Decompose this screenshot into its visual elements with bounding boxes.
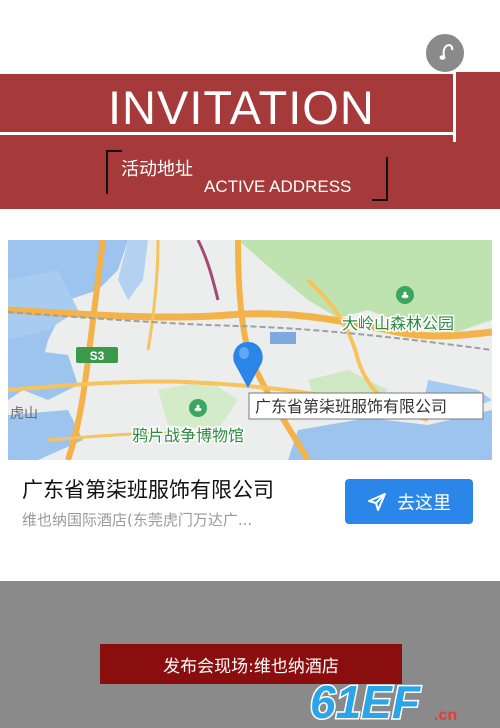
navigate-button-label: 去这里 bbox=[397, 492, 451, 514]
logo-text: 61EF bbox=[310, 676, 422, 726]
music-note-icon bbox=[439, 44, 454, 60]
location-name: 广东省第柒班服饰有限公司 bbox=[22, 478, 274, 502]
header-divider bbox=[0, 72, 455, 74]
park-pin-icon: ♣ bbox=[396, 286, 414, 304]
map-label-west: 虎山 bbox=[10, 406, 38, 422]
map-location-label: 广东省第柒班服饰有限公司 bbox=[255, 397, 447, 416]
park-pin-icon: ♣ bbox=[189, 399, 207, 417]
section-title-en: ACTIVE ADDRESS bbox=[204, 177, 352, 196]
site-logo: 61EF .cn bbox=[309, 676, 458, 726]
decorative-bracket bbox=[106, 150, 122, 194]
highway-label: S3 bbox=[90, 349, 105, 363]
decorative-bracket bbox=[372, 157, 388, 201]
venue-banner-text: 发布会现场:维也纳酒店 bbox=[163, 656, 339, 677]
map-label-park: 大岭山森林公园 bbox=[342, 314, 454, 333]
navigate-button[interactable]: 去这里 bbox=[345, 479, 473, 524]
send-arrow-icon bbox=[368, 492, 386, 511]
location-address: 维也纳国际酒店(东莞虎门万达广... bbox=[22, 511, 253, 529]
map-label-museum: 鸦片战争博物馆 bbox=[132, 426, 244, 445]
svg-text:♣: ♣ bbox=[401, 291, 410, 302]
music-toggle-button[interactable] bbox=[424, 32, 466, 74]
svg-text:♣: ♣ bbox=[194, 404, 203, 415]
map-view[interactable]: S3 ♣ ♣ 大岭山森林公园 鸦片战争博物馆 虎山 广东省第柒班服饰有限公司 bbox=[8, 240, 492, 460]
logo-suffix: .cn bbox=[434, 707, 457, 724]
section-title-cn: 活动地址 bbox=[121, 159, 193, 180]
map-canvas: S3 ♣ ♣ 大岭山森林公园 鸦片战争博物馆 虎山 广东省第柒班服饰有限公司 bbox=[8, 240, 492, 460]
page-title: INVITATION bbox=[108, 81, 375, 134]
